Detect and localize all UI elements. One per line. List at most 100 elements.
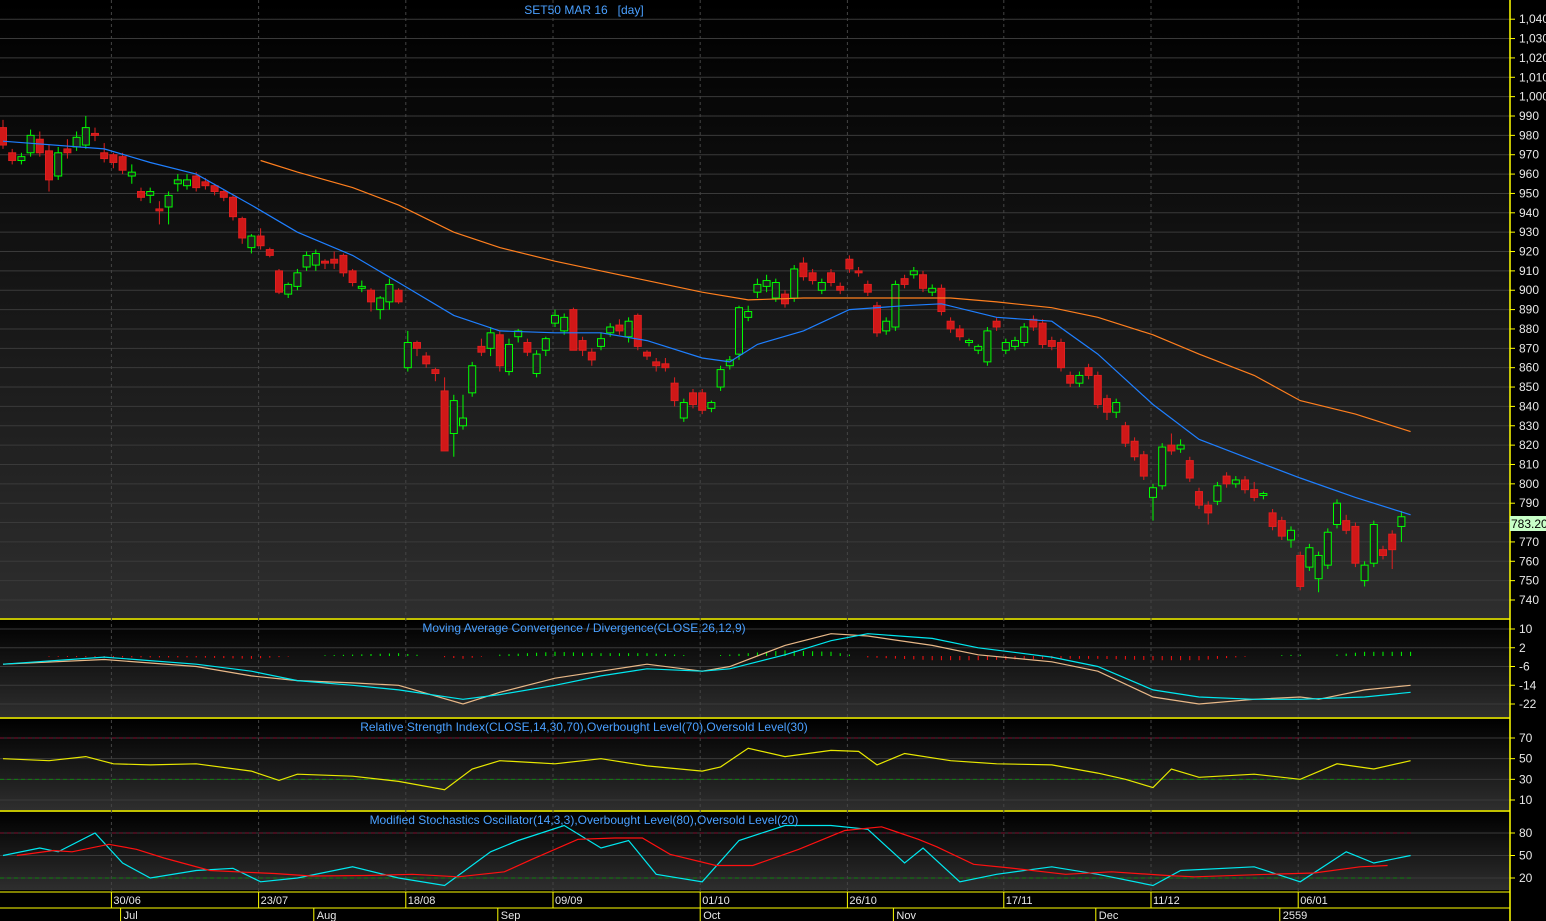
month-label: Oct: [703, 910, 720, 921]
candle-down: [643, 351, 651, 357]
candle-up: [81, 127, 90, 146]
macd-title: Moving Average Convergence / Divergence(…: [422, 621, 745, 635]
candle-down: [1241, 479, 1249, 491]
month-label: Jul: [124, 910, 138, 921]
candle-down: [367, 289, 375, 303]
y-tick-label: 910: [1519, 264, 1539, 278]
candle-up: [293, 272, 302, 287]
candle-down: [321, 260, 329, 264]
date-label: 11/12: [1153, 895, 1180, 907]
candle-down: [845, 258, 854, 270]
candle-up: [928, 287, 937, 293]
candle-down: [109, 154, 118, 163]
candle-down: [992, 320, 1001, 328]
candle-down: [1222, 475, 1231, 485]
rsi-title: Relative Strength Index(CLOSE,14,30,70),…: [360, 720, 808, 734]
candle-up: [1259, 493, 1268, 496]
candle-up: [707, 402, 716, 409]
y-tick-label: -22: [1519, 697, 1537, 711]
candle-up: [1287, 529, 1295, 541]
candle-down: [1057, 342, 1065, 369]
candle-up: [1149, 487, 1157, 498]
candle-up: [716, 369, 725, 388]
candle-down: [873, 305, 881, 334]
candle-down: [919, 274, 927, 289]
y-tick-label: -14: [1519, 678, 1537, 692]
candle-down: [100, 152, 109, 160]
y-tick-label: 50: [1519, 752, 1533, 766]
candle-up: [1075, 374, 1084, 384]
month-label: Nov: [896, 910, 916, 921]
candle-down: [137, 191, 145, 198]
candle-up: [72, 136, 81, 148]
y-tick-label: 820: [1519, 438, 1539, 452]
date-label: 26/10: [849, 895, 877, 907]
y-tick-label: 790: [1519, 496, 1539, 510]
candle-down: [118, 156, 127, 171]
candle-up: [1305, 547, 1314, 568]
y-tick-label: 830: [1519, 419, 1539, 433]
candle-down: [1185, 460, 1194, 479]
candle-up: [974, 345, 983, 351]
candle-up: [311, 252, 320, 266]
candle-down: [1250, 489, 1259, 498]
candle-up: [505, 343, 513, 373]
candle-up: [532, 353, 541, 374]
candle-up: [790, 268, 799, 299]
y-tick-label: 2: [1519, 641, 1526, 655]
candle-up: [1001, 342, 1010, 351]
candle-down: [440, 390, 449, 452]
candle-up: [551, 314, 559, 324]
candle-down: [799, 262, 808, 278]
candle-up: [541, 338, 550, 351]
candle-up: [606, 326, 615, 334]
month-label: 2559: [1283, 910, 1307, 921]
candle-down: [661, 363, 670, 369]
candle-down: [827, 272, 835, 283]
candle-up: [909, 270, 918, 276]
date-label: 18/08: [408, 895, 436, 907]
y-tick-label: 890: [1519, 303, 1539, 317]
candle-up: [54, 152, 63, 177]
y-tick-label: 20: [1519, 871, 1533, 885]
candle-up: [1213, 485, 1222, 502]
panels: [0, 0, 1510, 921]
date-label: 30/06: [113, 895, 141, 907]
candle-up: [771, 281, 780, 299]
candle-down: [1268, 512, 1277, 527]
candle-down: [1351, 525, 1360, 564]
y-tick-label: 940: [1519, 206, 1539, 220]
candle-up: [385, 283, 394, 303]
candle-up: [1333, 502, 1341, 525]
last-price-label: 783.20: [1511, 517, 1546, 531]
y-tick-label: 840: [1519, 399, 1539, 413]
y-tick-label: 760: [1519, 554, 1539, 568]
candle-down: [229, 196, 237, 218]
candle-up: [744, 311, 753, 318]
chart-title: SET50 MAR 16 [day]: [524, 3, 643, 17]
candle-down: [1121, 425, 1130, 444]
candle-down: [192, 175, 201, 189]
candle-down: [201, 181, 210, 187]
candle-down: [275, 270, 283, 293]
candle-up: [146, 191, 155, 196]
y-tick-label: 930: [1519, 225, 1539, 239]
candle-up: [247, 235, 256, 249]
candle-up: [1020, 326, 1029, 344]
candle-down: [1204, 504, 1213, 514]
candle-up: [449, 400, 458, 435]
candle-down: [578, 340, 587, 351]
candle-up: [127, 171, 136, 177]
y-tick-label: 860: [1519, 361, 1539, 375]
candle-down: [35, 138, 44, 154]
candle-up: [983, 330, 992, 363]
date-label: 23/07: [261, 895, 289, 907]
candle-down: [587, 351, 596, 361]
chart-canvas[interactable]: 1,040 1,030 1,020 1,010 1,000 990 980 970 960 950…: [0, 0, 1546, 921]
month-label: Aug: [317, 910, 337, 921]
candle-up: [1397, 516, 1406, 527]
y-tick-label: 1,010: [1519, 70, 1546, 84]
candle-up: [17, 156, 26, 162]
y-tick-label: 10: [1519, 622, 1533, 636]
date-label: 09/09: [555, 895, 583, 907]
